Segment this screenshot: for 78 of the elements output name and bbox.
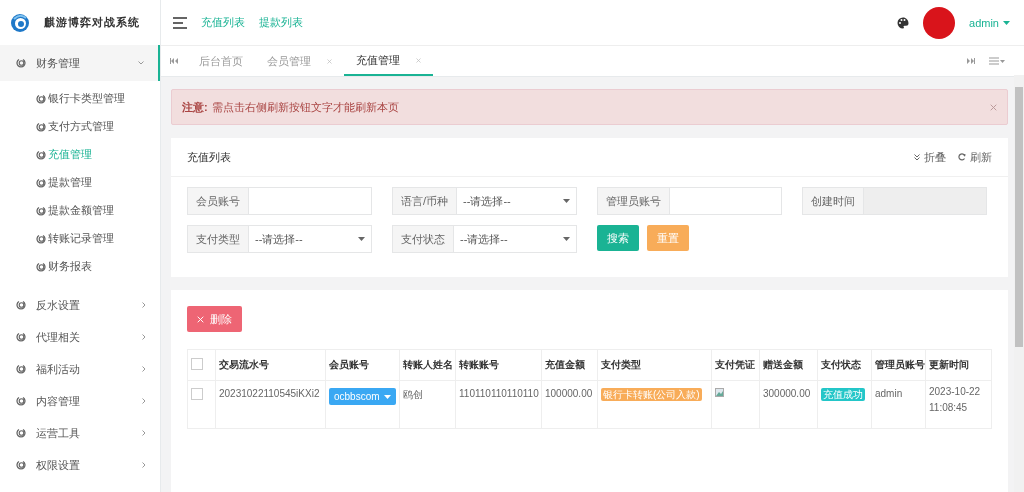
column-header: 转账账号: [459, 359, 499, 370]
close-icon[interactable]: [327, 58, 332, 64]
card-title: 充值列表: [187, 149, 232, 165]
sidebar-subitem[interactable]: 转账记录管理: [0, 225, 160, 253]
column-header: 支付状态: [821, 359, 861, 370]
table-cell: 300000.00: [763, 388, 811, 399]
checkbox[interactable]: [191, 388, 203, 400]
broken-image-icon: [715, 388, 724, 397]
chevron-right-icon: [142, 398, 146, 404]
caret-icon: [1003, 20, 1010, 25]
sidebar-item[interactable]: 代理相关: [0, 321, 160, 353]
text-field[interactable]: 会员账号: [187, 187, 372, 215]
submenu-icon: [36, 150, 46, 160]
caret-icon: [383, 394, 391, 399]
refresh-icon: [958, 153, 966, 161]
status-tag: 银行卡转账(公司入款): [601, 388, 702, 401]
submenu-icon: [36, 178, 46, 188]
chevron-right-icon: [142, 430, 146, 436]
refresh-link[interactable]: 刷新: [958, 149, 992, 165]
scroll-right-icon[interactable]: [967, 58, 975, 64]
column-header: 会员账号: [329, 359, 369, 370]
collapse-link[interactable]: 折叠: [914, 149, 946, 165]
select-field[interactable]: 支付状态 --请选择--: [392, 225, 577, 253]
table-cell: admin: [875, 388, 903, 399]
chevron-right-icon: [142, 334, 146, 340]
chevron-down-icon: [138, 61, 144, 65]
column-header: 管理员账号: [875, 359, 925, 370]
sidebar-item[interactable]: 福利活动: [0, 353, 160, 385]
logo-icon: [10, 12, 30, 33]
submenu-icon: [36, 206, 46, 216]
sidebar-item[interactable]: 权限设置: [0, 449, 160, 481]
sidebar-item[interactable]: 财务管理: [0, 45, 160, 81]
sidebar-subitem[interactable]: 提款管理: [0, 169, 160, 197]
status-tag: 充值成功: [821, 388, 865, 401]
avatar[interactable]: [923, 6, 956, 39]
page-tab[interactable]: 充值管理: [344, 46, 433, 76]
select-field[interactable]: 支付类型 --请选择--: [187, 225, 372, 253]
column-header: 支付类型: [601, 359, 641, 370]
submenu-icon: [36, 234, 46, 244]
table-cell: 100000.00: [545, 388, 593, 399]
sidebar-subitem[interactable]: 银行卡类型管理: [0, 85, 160, 113]
sidebar-subitem[interactable]: 财务报表: [0, 253, 160, 281]
checkbox[interactable]: [191, 358, 203, 370]
sidebar-item[interactable]: 内容管理: [0, 385, 160, 417]
chevron-right-icon: [142, 302, 146, 308]
column-header: 赠送金额: [763, 359, 803, 370]
sidebar-subitem[interactable]: 支付方式管理: [0, 113, 160, 141]
alert-banner: 注意: 需点击右侧刷新按钮文字才能刷新本页: [171, 89, 1008, 125]
double-chevron-icon: [914, 153, 920, 161]
tab-menu-icon[interactable]: [989, 57, 1005, 65]
caret-icon: [563, 237, 570, 241]
column-header: 更新时间: [929, 359, 969, 370]
app-title: 麒游博弈对战系统: [44, 15, 140, 30]
table-cell: 鸥创: [403, 389, 423, 400]
palette-icon[interactable]: [897, 16, 910, 29]
submenu-icon: [36, 94, 46, 104]
sidebar-subitem[interactable]: 提款金额管理: [0, 197, 160, 225]
column-header: 支付凭证: [715, 359, 755, 370]
column-header: 充值金额: [545, 359, 585, 370]
submenu-icon: [36, 262, 46, 272]
table-cell: 2023-10-22 11:08:45: [929, 386, 981, 413]
sidebar-item[interactable]: 反水设置: [0, 289, 160, 321]
table-cell: 110110110110110: [459, 388, 539, 399]
column-header: 交易流水号: [219, 359, 269, 370]
chevron-right-icon: [142, 462, 146, 468]
caret-icon: [563, 199, 570, 203]
sidebar-item[interactable]: 运营工具: [0, 417, 160, 449]
close-icon: [197, 315, 204, 323]
close-icon[interactable]: [416, 57, 421, 63]
select-field[interactable]: 语言/币种 --请选择--: [392, 187, 577, 215]
close-icon[interactable]: [990, 103, 997, 111]
caret-icon: [358, 237, 365, 241]
scroll-left-icon[interactable]: [170, 58, 178, 64]
table-cell: 20231022110545iKXi2: [219, 388, 320, 399]
chevron-right-icon: [142, 366, 146, 372]
text-field[interactable]: 管理员账号: [597, 187, 782, 215]
column-header: 转账人姓名: [403, 359, 453, 370]
submenu-icon: [36, 122, 46, 132]
